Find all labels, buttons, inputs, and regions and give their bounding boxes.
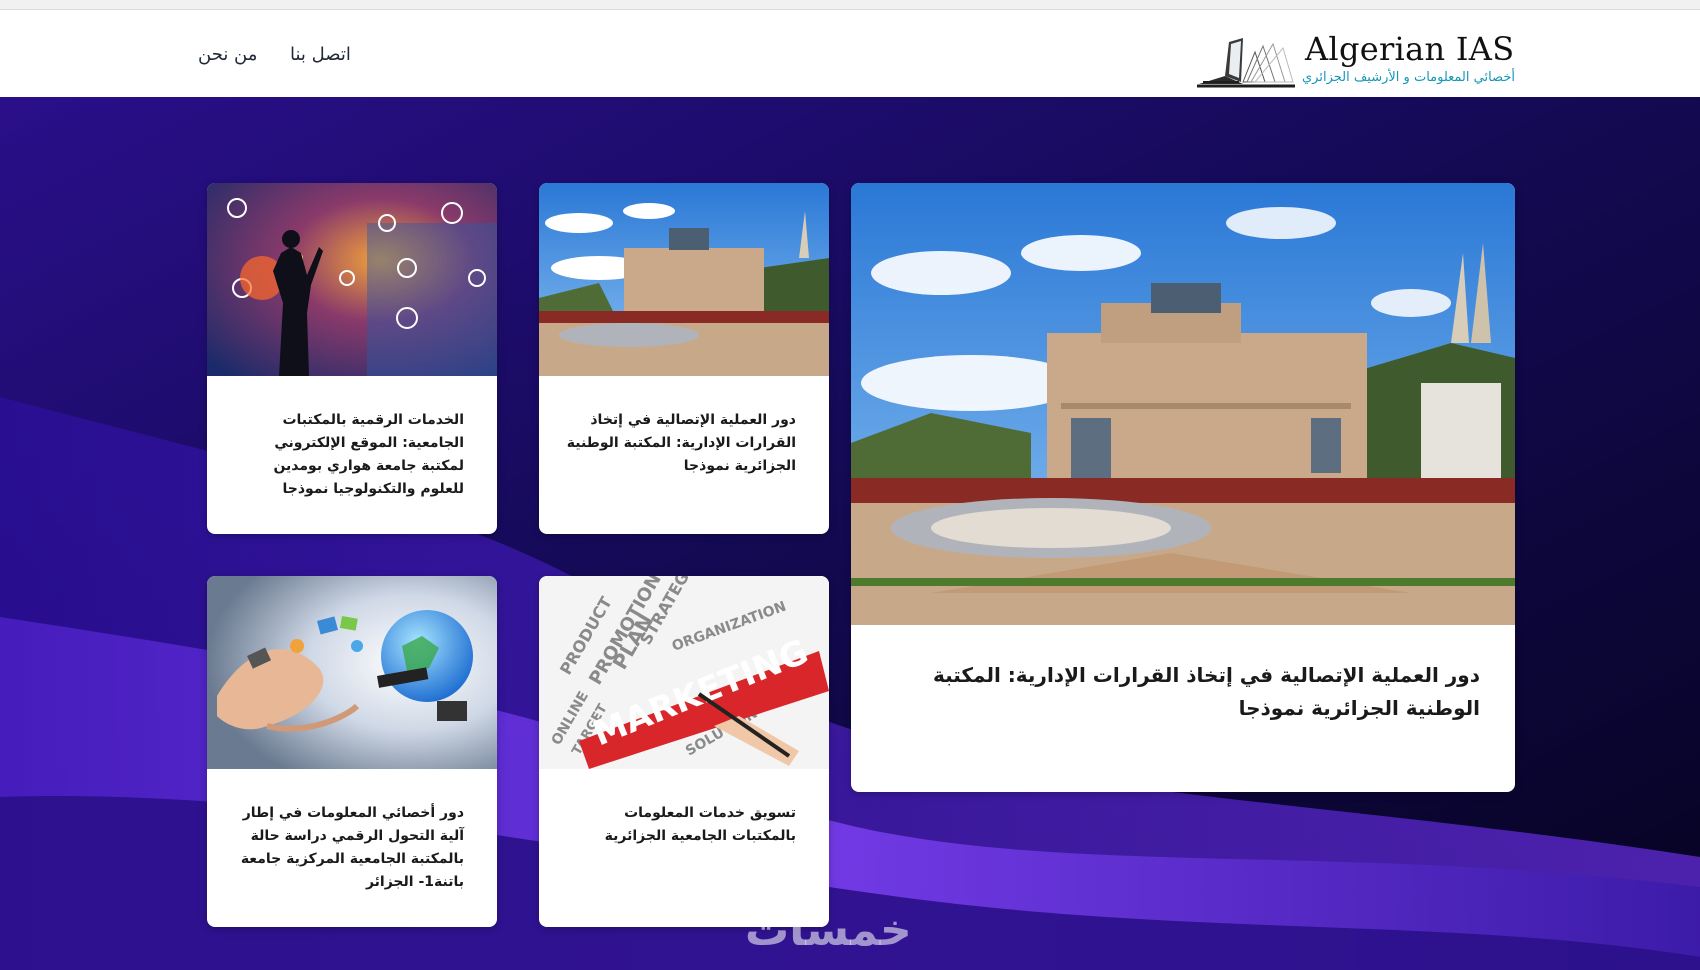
post-title[interactable]: الخدمات الرقمية بالمكتبات الجامعية: المو… (234, 409, 464, 501)
logo-subtitle: أخصائي المعلومات و الأرشيف الجزائري (1302, 70, 1515, 85)
post-card[interactable]: PRODUCT PROMOTION PLAN STRATEGY ORGANIZA… (539, 576, 829, 927)
browser-top-strip (0, 0, 1700, 10)
post-title[interactable]: دور العملية الإتصالية في إتخاذ القرارات … (566, 409, 796, 478)
digital-city-photo (207, 183, 497, 376)
post-card[interactable]: الخدمات الرقمية بالمكتبات الجامعية: المو… (207, 183, 497, 534)
featured-post-title[interactable]: دور العملية الإتصالية في إتخاذ القرارات … (880, 659, 1480, 725)
nav-about-link[interactable]: من نحن (198, 44, 257, 65)
site-header: اتصل بنا من نحن Algerian IAS أخصائي المع… (0, 10, 1700, 97)
featured-post-card[interactable]: دور العملية الإتصالية في إتخاذ القرارات … (851, 183, 1515, 792)
site-logo[interactable]: Algerian IAS أخصائي المعلومات و الأرشيف … (1195, 28, 1515, 92)
marketing-words-photo: PRODUCT PROMOTION PLAN STRATEGY ORGANIZA… (539, 576, 829, 769)
logo-title: Algerian IAS (1305, 30, 1515, 68)
digital-globe-hand-photo (207, 576, 497, 769)
library-building-photo (539, 183, 829, 376)
book-laptop-icon (1197, 38, 1295, 88)
post-card[interactable]: دور أخصائي المعلومات في إطار آلية التحول… (207, 576, 497, 927)
nav-contact-link[interactable]: اتصل بنا (290, 44, 351, 65)
post-title[interactable]: تسويق خدمات المعلومات بالمكتبات الجامعية… (566, 802, 796, 848)
post-title[interactable]: دور أخصائي المعلومات في إطار آلية التحول… (234, 802, 464, 894)
post-card[interactable]: دور العملية الإتصالية في إتخاذ القرارات … (539, 183, 829, 534)
library-building-photo (851, 183, 1515, 625)
watermark-text: خمسات (745, 905, 912, 956)
